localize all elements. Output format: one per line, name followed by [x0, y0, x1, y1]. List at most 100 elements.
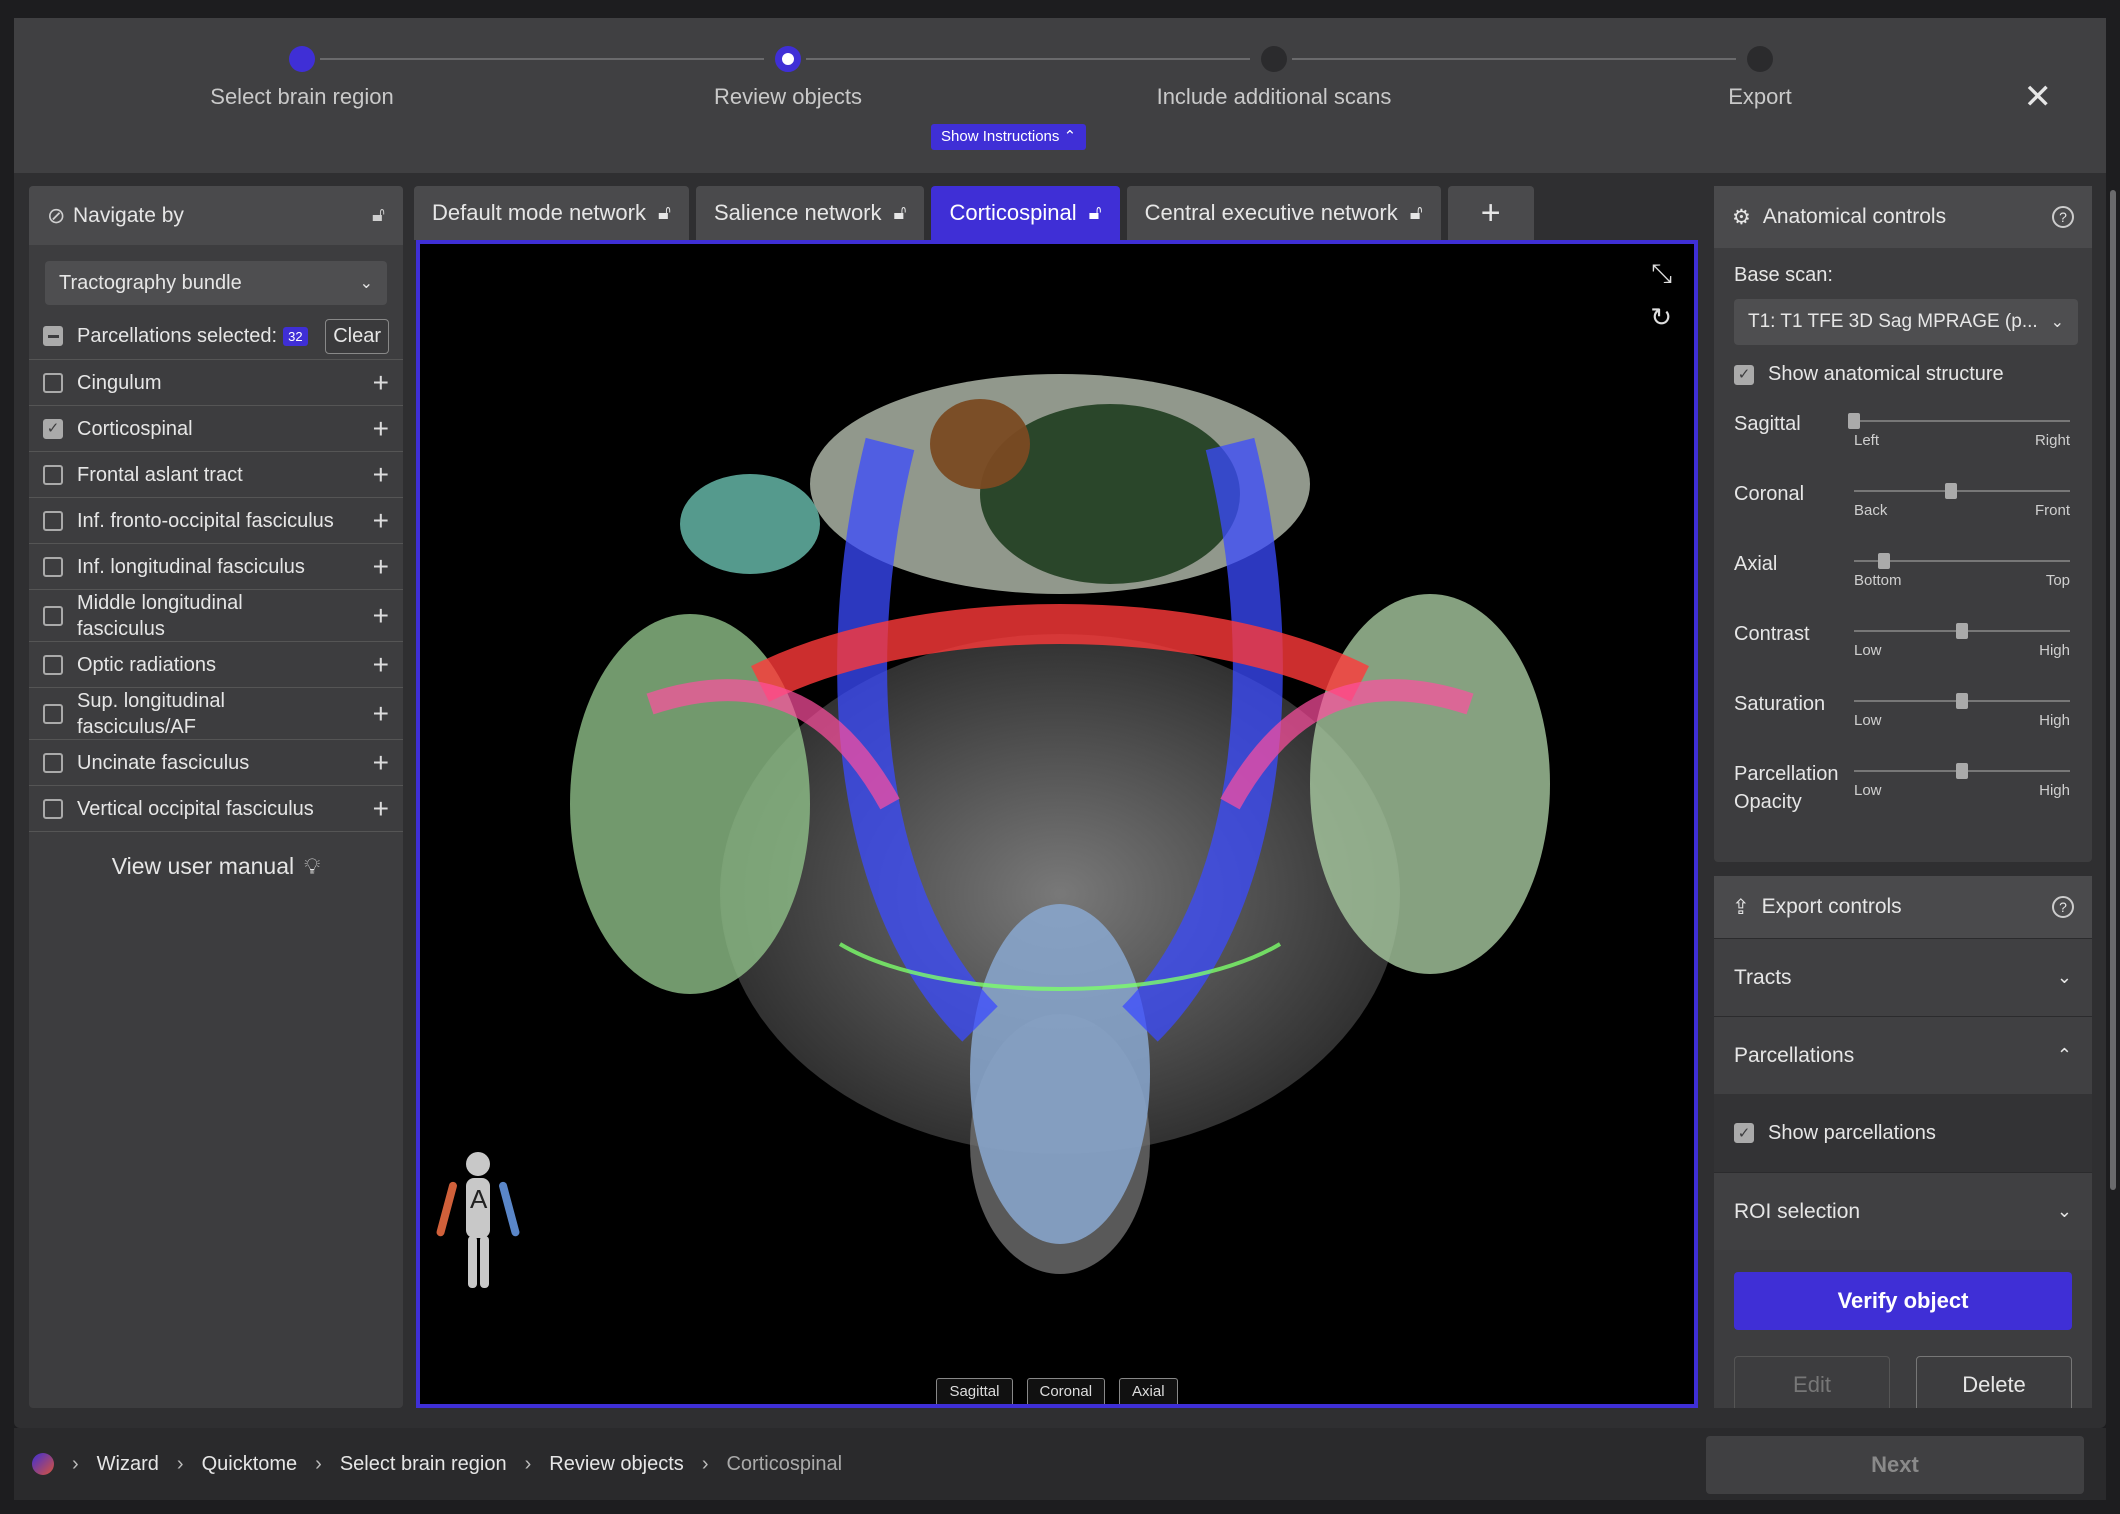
list-item[interactable]: Vertical occipital fasciculus +: [29, 785, 403, 831]
list-item[interactable]: Middle longitudinal fasciculus +: [29, 589, 403, 641]
checkbox[interactable]: [43, 464, 63, 485]
list-item[interactable]: Cingulum +: [29, 359, 403, 405]
slider-track[interactable]: [1854, 693, 2070, 709]
parcellation-blue: [970, 904, 1150, 1244]
checkbox-checked[interactable]: ✓: [1734, 364, 1754, 385]
slider-handle[interactable]: [1956, 693, 1968, 709]
checkbox[interactable]: [43, 654, 63, 675]
tab-corticospinal[interactable]: Corticospinal 🔓︎: [931, 186, 1120, 240]
checkbox[interactable]: [43, 798, 63, 819]
slider-handle[interactable]: [1848, 413, 1860, 429]
list-item[interactable]: ✓ Corticospinal +: [29, 405, 403, 451]
coronal-view-button[interactable]: Coronal: [1026, 1378, 1106, 1404]
step-review-objects[interactable]: Review objects: [638, 46, 938, 110]
tab-salience-network[interactable]: Salience network 🔓︎: [695, 186, 925, 240]
add-icon[interactable]: +: [373, 414, 389, 442]
checkbox[interactable]: [43, 703, 63, 724]
add-tab-button[interactable]: +: [1447, 186, 1534, 240]
show-instructions-button[interactable]: Show Instructions ⌃: [931, 124, 1087, 150]
checkbox[interactable]: [43, 752, 63, 773]
add-icon[interactable]: +: [373, 506, 389, 534]
list-item[interactable]: Inf. fronto-occipital fasciculus +: [29, 497, 403, 543]
breadcrumb-review-objects[interactable]: Review objects: [549, 1453, 684, 1476]
slider-handle[interactable]: [1878, 553, 1891, 569]
slider-track[interactable]: [1854, 763, 2070, 779]
tab-central-executive-network[interactable]: Central executive network 🔓︎: [1126, 186, 1441, 240]
item-label: Middle longitudinal fasciculus: [77, 591, 243, 640]
collapse-icon[interactable]: ⤡: [1651, 258, 1672, 290]
verify-object-button[interactable]: Verify object: [1734, 1272, 2072, 1330]
breadcrumb-wizard[interactable]: Wizard: [97, 1453, 159, 1476]
slider-contrast[interactable]: Contrast Low High: [1734, 614, 2092, 684]
slider-label: Parcellation Opacity: [1734, 763, 1839, 813]
show-structure-row[interactable]: ✓ Show anatomical structure: [1714, 345, 2092, 386]
add-icon[interactable]: +: [373, 368, 389, 396]
slider-track[interactable]: [1854, 623, 2070, 639]
brain-render[interactable]: A: [420, 244, 1694, 1404]
slider-handle[interactable]: [1956, 623, 1968, 639]
add-icon[interactable]: +: [373, 650, 389, 678]
checkbox[interactable]: [43, 556, 63, 577]
list-item[interactable]: Inf. longitudinal fasciculus +: [29, 543, 403, 589]
slider-parcellation-opacity[interactable]: Parcellation Opacity Low High: [1734, 754, 2092, 824]
slider-handle[interactable]: [1956, 763, 1968, 779]
add-icon[interactable]: +: [373, 748, 389, 776]
select-all-checkbox[interactable]: [43, 326, 63, 346]
slider-track[interactable]: [1854, 483, 2070, 499]
list-item[interactable]: Sup. longitudinal fasciculus/AF +: [29, 687, 403, 739]
step-include-additional-scans[interactable]: Include additional scans: [1124, 46, 1424, 110]
unlock-icon[interactable]: 🔓︎: [1089, 202, 1102, 225]
slider-coronal[interactable]: Coronal Back Front: [1734, 474, 2092, 544]
list-item[interactable]: Optic radiations +: [29, 641, 403, 687]
add-icon[interactable]: +: [373, 699, 389, 727]
app-logo-icon[interactable]: [32, 1453, 54, 1475]
checkbox[interactable]: [43, 510, 63, 531]
base-scan-dropdown[interactable]: T1: T1 TFE 3D Sag MPRAGE (p... ⌄: [1734, 299, 2078, 345]
edit-button[interactable]: Edit: [1734, 1356, 1890, 1408]
roi-selection-accordion[interactable]: ROI selection ⌄: [1714, 1172, 2092, 1250]
checkbox-checked[interactable]: ✓: [1734, 1123, 1754, 1143]
close-icon[interactable]: ✕: [2024, 80, 2053, 114]
step-select-brain-region[interactable]: Select brain region: [152, 46, 452, 110]
breadcrumb-select-brain-region[interactable]: Select brain region: [340, 1453, 507, 1476]
checkbox-checked[interactable]: ✓: [43, 418, 63, 439]
add-icon[interactable]: +: [373, 601, 389, 629]
slider-saturation[interactable]: Saturation Low High: [1734, 684, 2092, 754]
add-icon[interactable]: +: [373, 794, 389, 822]
clear-button[interactable]: Clear: [325, 318, 389, 354]
unlock-icon[interactable]: 🔓︎: [372, 204, 385, 227]
show-parcellations-row[interactable]: ✓ Show parcellations: [1714, 1094, 2092, 1172]
help-icon[interactable]: ?: [2052, 896, 2074, 918]
view-user-manual-button[interactable]: View user manual 💡︎: [29, 831, 403, 901]
list-item[interactable]: Uncinate fasciculus +: [29, 739, 403, 785]
slider-low-label: Back: [1854, 502, 1888, 519]
reset-view-icon[interactable]: ↻: [1650, 302, 1672, 333]
tracts-accordion[interactable]: Tracts ⌄: [1714, 938, 2092, 1016]
slider-track[interactable]: [1848, 413, 2070, 429]
slider-handle[interactable]: [1945, 483, 1958, 499]
tab-default-mode-network[interactable]: Default mode network 🔓︎: [414, 186, 689, 240]
axial-view-button[interactable]: Axial: [1119, 1378, 1178, 1404]
navigate-by-dropdown[interactable]: Tractography bundle ⌄: [45, 261, 387, 305]
slider-track[interactable]: [1854, 553, 2070, 569]
sagittal-view-button[interactable]: Sagittal: [936, 1378, 1013, 1404]
bundle-list: Cingulum + ✓ Corticospinal + Frontal aslant…: [29, 359, 403, 831]
breadcrumb-quicktome[interactable]: Quicktome: [202, 1453, 298, 1476]
slider-axial[interactable]: Axial Bottom Top: [1734, 544, 2092, 614]
unlock-icon[interactable]: 🔓︎: [894, 202, 907, 225]
next-button[interactable]: Next: [1706, 1436, 2084, 1494]
list-item[interactable]: Frontal aslant tract +: [29, 451, 403, 497]
unlock-icon[interactable]: 🔓︎: [1410, 202, 1423, 225]
brain-viewer[interactable]: A ⤡ ↻ Sagittal Coronal Axial: [416, 240, 1698, 1408]
checkbox[interactable]: [43, 372, 63, 393]
scrollbar[interactable]: [2110, 190, 2116, 1190]
help-icon[interactable]: ?: [2052, 206, 2074, 228]
checkbox[interactable]: [43, 605, 63, 626]
add-icon[interactable]: +: [373, 552, 389, 580]
add-icon[interactable]: +: [373, 460, 389, 488]
delete-button[interactable]: Delete: [1916, 1356, 2072, 1408]
unlock-icon[interactable]: 🔓︎: [658, 202, 671, 225]
slider-sagittal[interactable]: Sagittal Left Right: [1734, 404, 2092, 474]
step-export[interactable]: Export: [1610, 46, 1910, 110]
parcellations-accordion[interactable]: Parcellations ⌃: [1714, 1016, 2092, 1094]
